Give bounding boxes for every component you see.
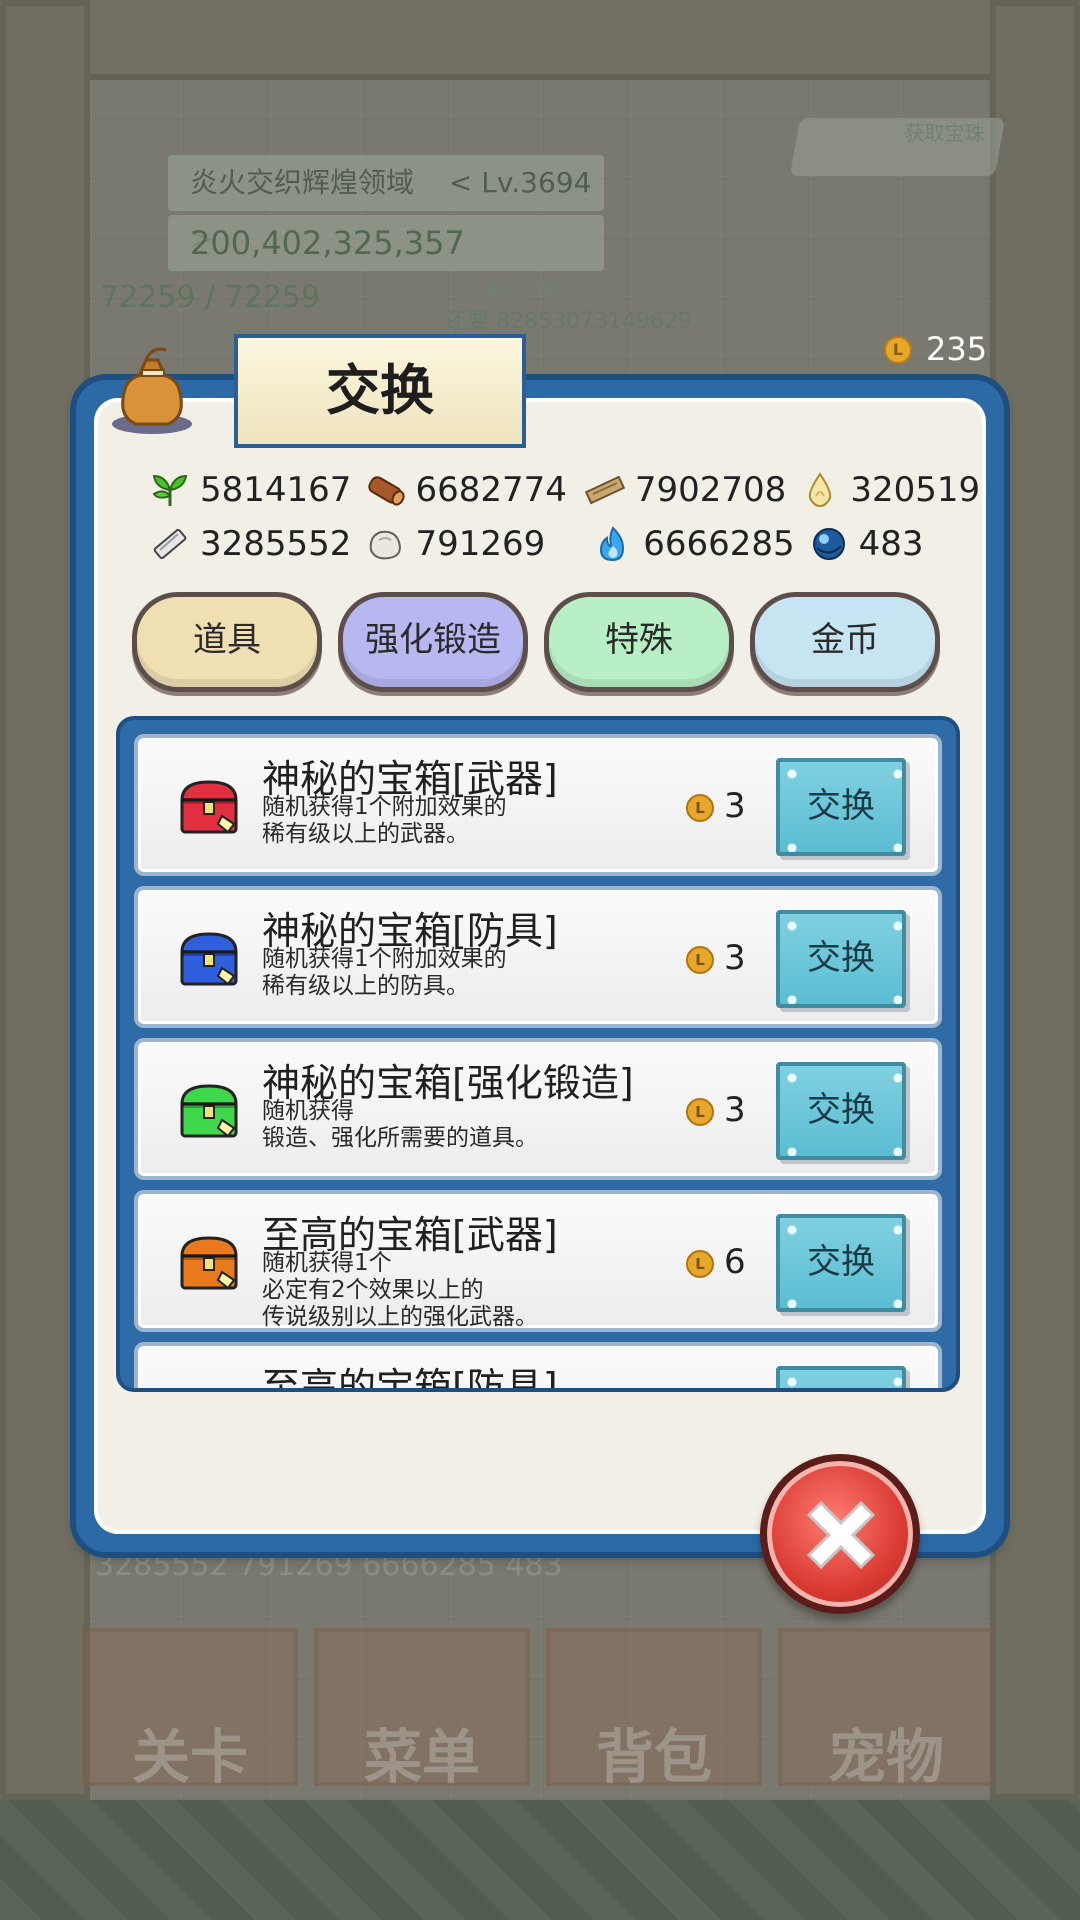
treasure-chest-icon (180, 780, 238, 834)
resource-drop: 320519 (800, 470, 980, 510)
resource-plank: 7902708 (584, 470, 787, 510)
exchange-item: 神秘的宝箱[防具] 随机获得1个附加效果的 稀有级以上的防具。 L 3 交换 (134, 886, 942, 1028)
treasure-chest-icon (180, 932, 238, 986)
resource-log: 6682774 (365, 470, 567, 510)
ingot-icon (153, 528, 187, 560)
exchange-item: 神秘的宝箱[强化锻造] 随机获得 锻造、强化所需要的道具。 L 3 交换 (134, 1038, 942, 1180)
resource-stone: 791269 (365, 524, 545, 564)
exchange-button[interactable] (776, 1366, 906, 1388)
exchange-button[interactable]: 交换 (776, 910, 906, 1008)
tab-label: 强化锻造 (365, 620, 501, 660)
item-name: 至高的宝箱[防具] (262, 1365, 558, 1392)
coin-balance: 235 (926, 330, 988, 368)
resource-value: 3285552 (200, 524, 352, 564)
resource-row-1: 5814167 6682774 7902708 320519 (150, 470, 994, 510)
resource-row-2: 3285552 791269 6666285 483 (150, 524, 938, 564)
resource-flame: 6666285 (593, 524, 795, 564)
item-description: 随机获得1个 必定有2个效果以上的 传说级别以上的强化武器。 (262, 1250, 538, 1330)
resource-value: 7902708 (634, 470, 787, 510)
coin-icon: L (686, 794, 714, 822)
coin-icon: L (686, 1250, 714, 1278)
stone-icon (370, 530, 402, 560)
log-icon (368, 476, 406, 506)
tab-special[interactable]: 特殊 (544, 592, 734, 692)
resource-ingot: 3285552 (150, 524, 351, 564)
exchange-button[interactable]: 交换 (776, 1062, 906, 1160)
resource-herb: 5814167 (150, 470, 351, 510)
exchange-button[interactable]: 交换 (776, 1214, 906, 1312)
item-price: 3 (724, 1090, 746, 1130)
coin-icon: L (686, 1098, 714, 1126)
close-icon (806, 1500, 876, 1570)
tab-label: 金币 (811, 620, 879, 660)
exchange-item: 至高的宝箱[防具] (134, 1342, 942, 1392)
dialog-title: 交换 (234, 334, 526, 448)
item-price: 6 (724, 1242, 746, 1282)
resource-value: 483 (858, 524, 924, 564)
tab-label: 道具 (193, 620, 261, 660)
orb-icon (812, 528, 845, 560)
tab-gold[interactable]: 金币 (750, 592, 940, 692)
close-button[interactable] (760, 1454, 920, 1614)
treasure-chest-icon (178, 1384, 240, 1392)
item-description: 随机获得 锻造、强化所需要的道具。 (262, 1098, 538, 1151)
resource-value: 6666285 (643, 524, 795, 564)
resource-value: 320519 (850, 470, 981, 510)
flame-icon (600, 526, 625, 562)
coin-icon: L (686, 946, 714, 974)
item-description: 随机获得1个附加效果的 稀有级以上的防具。 (262, 946, 507, 999)
money-bag-icon (112, 347, 192, 434)
resource-orb: 483 (809, 524, 924, 564)
tab-enhance-forge[interactable]: 强化锻造 (338, 592, 528, 692)
item-description: 随机获得1个附加效果的 稀有级以上的武器。 (262, 794, 507, 847)
drop-icon (809, 472, 832, 508)
resource-value: 6682774 (415, 470, 567, 510)
tab-label: 特殊 (605, 620, 673, 660)
item-price: 3 (724, 786, 746, 826)
exchange-button[interactable]: 交换 (776, 758, 906, 856)
resource-value: 5814167 (200, 470, 352, 510)
exchange-item: 至高的宝箱[武器] 随机获得1个 必定有2个效果以上的 传说级别以上的强化武器。 L… (134, 1190, 942, 1332)
plank-icon (584, 475, 625, 505)
resource-value: 791269 (415, 524, 546, 564)
item-price: 3 (724, 938, 746, 978)
exchange-list[interactable]: 神秘的宝箱[武器] 随机获得1个附加效果的 稀有级以上的武器。 L 3 交换 神秘的宝箱[… (116, 716, 960, 1392)
coin-icon: L (884, 336, 912, 364)
herb-icon (152, 474, 188, 506)
exchange-item: 神秘的宝箱[武器] 随机获得1个附加效果的 稀有级以上的武器。 L 3 交换 (134, 734, 942, 876)
treasure-chest-icon (180, 1084, 238, 1138)
treasure-chest-icon (180, 1236, 238, 1290)
tab-items[interactable]: 道具 (132, 592, 322, 692)
